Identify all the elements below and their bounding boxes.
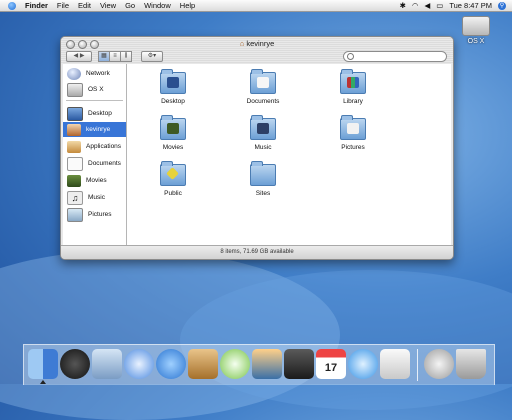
finder-icon[interactable]	[28, 349, 58, 379]
iphoto-icon[interactable]	[252, 349, 282, 379]
folder-pictures[interactable]: Pictures	[323, 115, 383, 151]
imovie-icon[interactable]	[284, 349, 314, 379]
search-icon	[347, 53, 354, 60]
bluetooth-icon[interactable]: ✱	[400, 1, 406, 10]
home-icon	[67, 123, 81, 136]
sidebar-item-desktop[interactable]: Desktop	[63, 106, 126, 121]
system-preferences-icon[interactable]	[424, 349, 454, 379]
folder-music[interactable]: Music	[233, 115, 293, 151]
sidebar-item-network[interactable]: Network	[63, 66, 126, 81]
dock: 17	[23, 344, 495, 385]
desktop-folder-icon	[160, 69, 186, 94]
status-bar: 8 items, 71.69 GB available	[61, 245, 453, 259]
music-icon: ♫	[67, 190, 83, 205]
folder-public[interactable]: Public	[143, 161, 203, 197]
sidebar-item-music[interactable]: ♫ Music	[63, 190, 126, 205]
folder-desktop[interactable]: Desktop	[143, 69, 203, 105]
sidebar-item-movies[interactable]: Movies	[63, 173, 126, 188]
sidebar-divider	[66, 100, 123, 101]
home-icon: ⌂	[239, 39, 245, 48]
menu-clock[interactable]: Tue 8:47 PM	[449, 1, 492, 10]
sidebar-item-applications[interactable]: Applications	[63, 139, 126, 154]
sidebar-item-os-x[interactable]: OS X	[63, 82, 126, 97]
hard-disk-icon	[462, 16, 490, 36]
folder-sites[interactable]: Sites	[233, 161, 293, 197]
folder-library[interactable]: Library	[323, 69, 383, 105]
menu-file[interactable]: File	[57, 1, 69, 10]
menu-view[interactable]: View	[100, 1, 116, 10]
preview-icon[interactable]	[380, 349, 410, 379]
search-input[interactable]	[355, 52, 441, 61]
applications-icon	[67, 140, 81, 153]
safari-icon[interactable]	[124, 349, 154, 379]
ical-icon[interactable]: 17	[316, 349, 346, 379]
menu-finder[interactable]: Finder	[25, 1, 48, 10]
desktop-disk[interactable]: OS X	[460, 16, 492, 45]
movies-folder-icon	[160, 115, 186, 140]
finder-window: ⌂ kevinrye ◀ ▶ ▦ ≡ ⫼ ⚙▾ Network OS X Des…	[60, 36, 454, 260]
music-folder-icon	[250, 115, 276, 140]
sidebar-item-kevinrye[interactable]: kevinrye	[63, 122, 126, 137]
search-field[interactable]	[343, 51, 447, 62]
menu-edit[interactable]: Edit	[78, 1, 91, 10]
desktop-icon	[67, 106, 83, 121]
itunes-icon[interactable]	[220, 349, 250, 379]
hard-disk-icon	[67, 82, 83, 97]
column-view-button[interactable]: ⫼	[120, 51, 132, 62]
volume-icon[interactable]: ◀	[424, 1, 430, 10]
documents-folder-icon	[250, 69, 276, 94]
movies-icon	[67, 174, 81, 187]
desktop-disk-label: OS X	[467, 38, 485, 45]
public-folder-icon	[160, 161, 186, 186]
sidebar: Network OS X Desktop kevinrye Applicatio…	[63, 64, 127, 246]
file-area: Desktop Documents Library Movies Music P…	[127, 64, 451, 246]
dashboard-icon[interactable]	[60, 349, 90, 379]
sidebar-item-pictures[interactable]: Pictures	[63, 207, 126, 222]
mail-icon[interactable]	[92, 349, 122, 379]
quicktime-icon[interactable]	[348, 349, 378, 379]
window-titlebar[interactable]: ⌂ kevinrye ◀ ▶ ▦ ≡ ⫼ ⚙▾	[61, 37, 453, 63]
documents-icon	[67, 156, 83, 171]
running-indicator	[40, 380, 46, 384]
address-book-icon[interactable]	[188, 349, 218, 379]
menu-window[interactable]: Window	[144, 1, 171, 10]
menu-help[interactable]: Help	[180, 1, 195, 10]
library-folder-icon	[340, 69, 366, 94]
menu-go[interactable]: Go	[125, 1, 135, 10]
network-globe-icon	[67, 67, 81, 80]
sites-folder-icon	[250, 161, 276, 186]
apple-menu-icon[interactable]	[8, 1, 16, 10]
trash-icon[interactable]	[456, 349, 486, 379]
spotlight-icon[interactable]: ⚲	[498, 1, 506, 10]
action-menu-button[interactable]: ⚙▾	[141, 51, 163, 62]
airport-icon[interactable]: ◠	[412, 1, 419, 10]
pictures-icon	[67, 207, 83, 222]
dock-separator	[417, 349, 418, 381]
view-buttons: ▦ ≡ ⫼	[98, 51, 132, 62]
battery-icon[interactable]: ▭	[436, 1, 443, 10]
window-title: ⌂ kevinrye	[239, 39, 275, 48]
folder-movies[interactable]: Movies	[143, 115, 203, 151]
folder-documents[interactable]: Documents	[233, 69, 293, 105]
pictures-folder-icon	[340, 115, 366, 140]
back-forward-buttons[interactable]: ◀ ▶	[66, 51, 92, 62]
ichat-icon[interactable]	[156, 349, 186, 379]
menu-bar: Finder File Edit View Go Window Help ✱ ◠…	[0, 0, 512, 12]
sidebar-item-documents[interactable]: Documents	[63, 156, 126, 171]
